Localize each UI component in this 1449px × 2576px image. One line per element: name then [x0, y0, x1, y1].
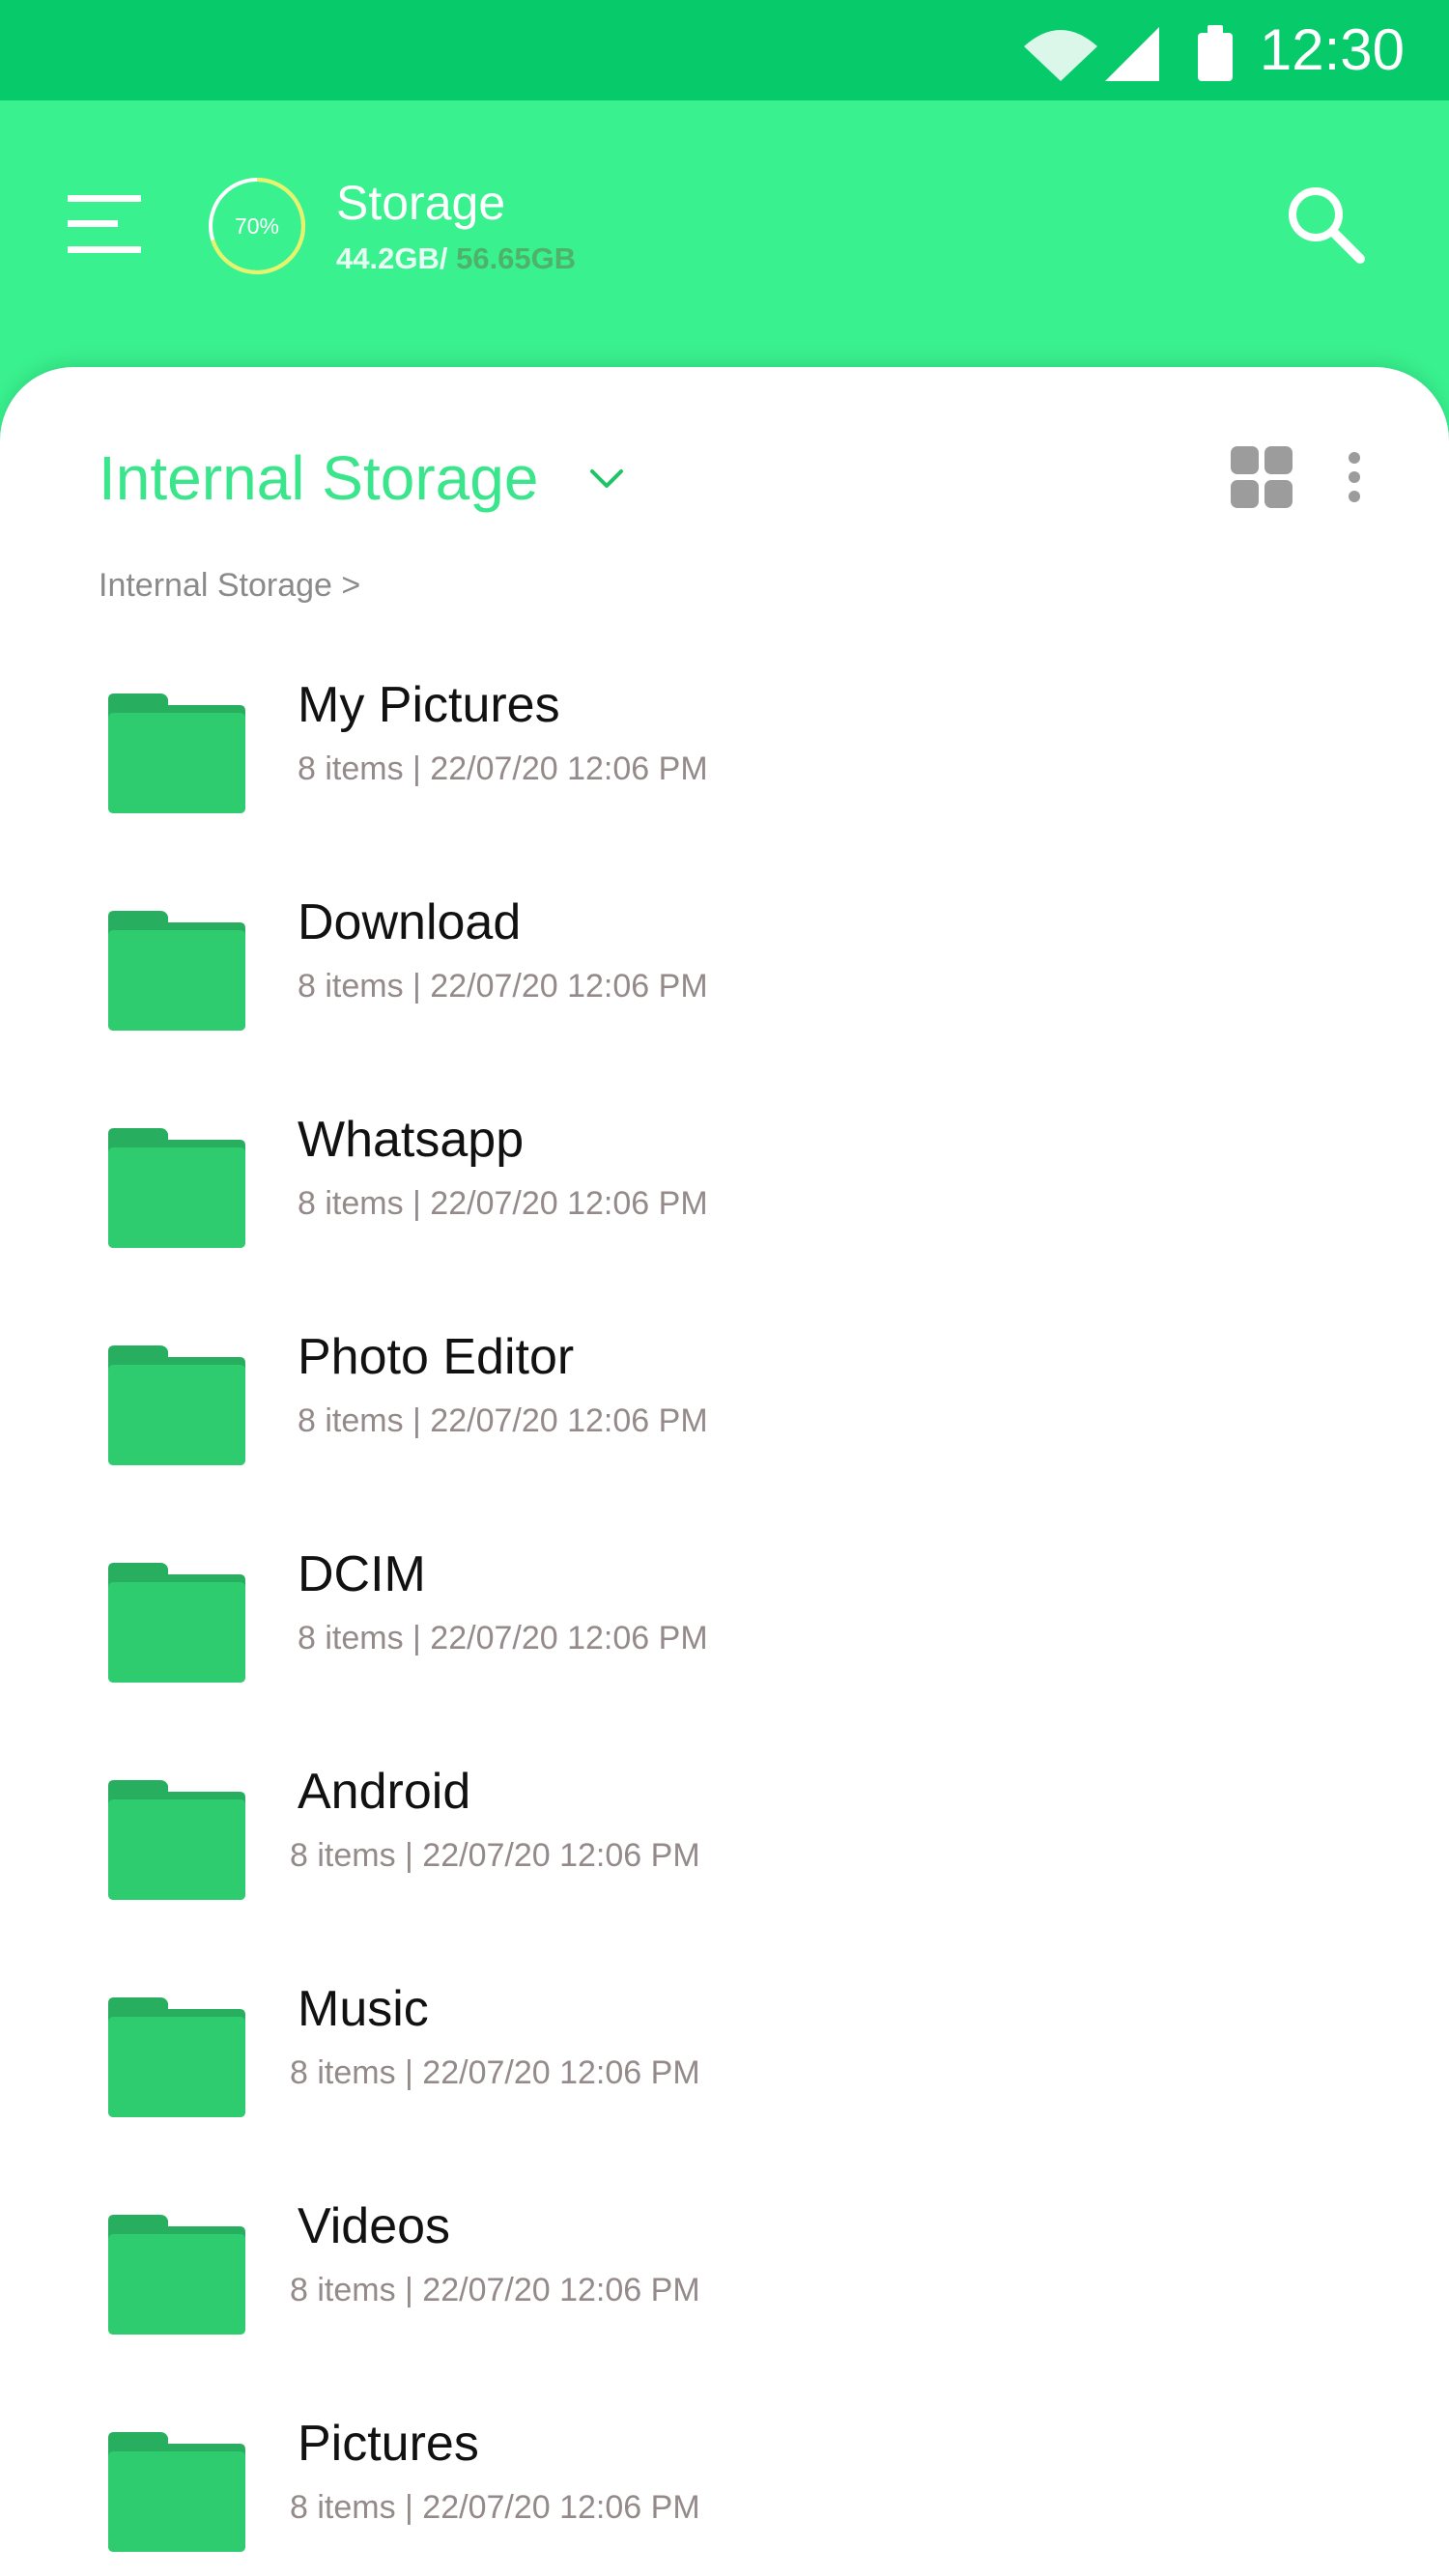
- file-list: My Pictures 8 items | 22/07/20 12:06 PM …: [0, 0, 1449, 2576]
- list-item[interactable]: Videos 8 items | 22/07/20 12:06 PM: [97, 2197, 1352, 2352]
- folder-icon: [108, 694, 245, 813]
- item-name: DCIM: [298, 1546, 426, 1602]
- item-meta: 8 items | 22/07/20 12:06 PM: [298, 1185, 708, 1222]
- item-name: Photo Editor: [298, 1329, 575, 1385]
- item-name: My Pictures: [298, 677, 560, 733]
- item-meta: 8 items | 22/07/20 12:06 PM: [298, 1402, 708, 1439]
- folder-icon: [108, 911, 245, 1031]
- list-item[interactable]: My Pictures 8 items | 22/07/20 12:06 PM: [97, 676, 1352, 831]
- folder-icon: [108, 1345, 245, 1465]
- list-item[interactable]: Music 8 items | 22/07/20 12:06 PM: [97, 1980, 1352, 2135]
- item-meta: 8 items | 22/07/20 12:06 PM: [290, 2489, 700, 2526]
- list-item[interactable]: Pictures 8 items | 22/07/20 12:06 PM: [97, 2415, 1352, 2569]
- folder-icon: [108, 2432, 245, 2552]
- item-name: Download: [298, 894, 522, 950]
- item-meta: 8 items | 22/07/20 12:06 PM: [298, 968, 708, 1005]
- folder-icon: [108, 1997, 245, 2117]
- folder-icon: [108, 2215, 245, 2335]
- item-name: Videos: [298, 2198, 451, 2254]
- item-meta: 8 items | 22/07/20 12:06 PM: [290, 1837, 700, 1874]
- list-item[interactable]: DCIM 8 items | 22/07/20 12:06 PM: [97, 1545, 1352, 1700]
- folder-icon: [108, 1780, 245, 1900]
- item-meta: 8 items | 22/07/20 12:06 PM: [298, 750, 708, 787]
- item-name: Pictures: [298, 2416, 479, 2472]
- item-name: Android: [298, 1764, 471, 1820]
- list-item[interactable]: Download 8 items | 22/07/20 12:06 PM: [97, 893, 1352, 1048]
- list-item[interactable]: Photo Editor 8 items | 22/07/20 12:06 PM: [97, 1328, 1352, 1483]
- folder-icon: [108, 1128, 245, 1248]
- item-meta: 8 items | 22/07/20 12:06 PM: [290, 2272, 700, 2308]
- folder-icon: [108, 1563, 245, 1683]
- item-name: Whatsapp: [298, 1112, 525, 1168]
- item-name: Music: [298, 1981, 429, 2037]
- item-meta: 8 items | 22/07/20 12:06 PM: [298, 1620, 708, 1656]
- list-item[interactable]: Whatsapp 8 items | 22/07/20 12:06 PM: [97, 1111, 1352, 1265]
- item-meta: 8 items | 22/07/20 12:06 PM: [290, 2054, 700, 2091]
- list-item[interactable]: Android 8 items | 22/07/20 12:06 PM: [97, 1763, 1352, 1917]
